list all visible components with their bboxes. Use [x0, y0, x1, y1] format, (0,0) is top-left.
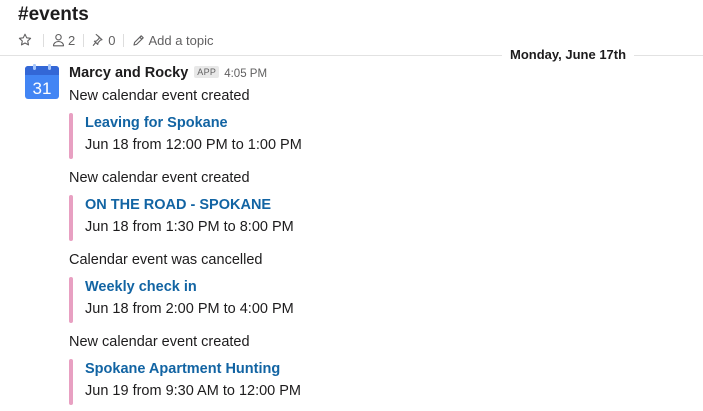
attachment-bar: [69, 195, 73, 241]
message-text: New calendar event created: [69, 170, 250, 186]
app-badge: APP: [194, 66, 220, 78]
pin-icon[interactable]: [92, 33, 105, 47]
pin-count[interactable]: 0: [108, 33, 115, 48]
meta-divider: [123, 33, 125, 47]
meta-divider: [43, 33, 44, 47]
pencil-icon[interactable]: [132, 34, 145, 47]
meta-divider: [83, 33, 85, 47]
attachment-bar: [69, 277, 73, 323]
avatar-day: 31: [33, 79, 52, 98]
member-count[interactable]: 2: [68, 33, 75, 48]
add-topic-link[interactable]: Add a topic: [148, 33, 213, 48]
avatar[interactable]: 31: [24, 64, 60, 100]
event-title-link[interactable]: Spokane Apartment Hunting: [85, 361, 280, 377]
channel-meta: 2 0 Add a topic: [18, 32, 214, 48]
date-divider-label[interactable]: Monday, June 17th: [502, 45, 635, 65]
event-time: Jun 18 from 12:00 PM to 1:00 PM: [85, 137, 302, 153]
message-text: New calendar event created: [69, 88, 250, 104]
channel-name[interactable]: #events: [18, 4, 89, 26]
sender-name[interactable]: Marcy and Rocky: [69, 65, 188, 81]
event-time: Jun 18 from 1:30 PM to 8:00 PM: [85, 219, 294, 235]
star-icon[interactable]: [18, 33, 32, 47]
timestamp[interactable]: 4:05 PM: [224, 68, 267, 80]
event-title-link[interactable]: ON THE ROAD - SPOKANE: [85, 197, 271, 213]
event-title-link[interactable]: Leaving for Spokane: [85, 115, 228, 131]
google-calendar-icon: 31: [25, 64, 59, 99]
attachment-bar: [69, 113, 73, 159]
message-text: Calendar event was cancelled: [69, 252, 263, 268]
message-text: New calendar event created: [69, 334, 250, 350]
attachment-bar: [69, 359, 73, 405]
event-time: Jun 18 from 2:00 PM to 4:00 PM: [85, 301, 294, 317]
member-icon[interactable]: [52, 33, 65, 47]
event-title-link[interactable]: Weekly check in: [85, 279, 197, 295]
message-header: Marcy and Rocky APP 4:05 PM: [69, 65, 267, 81]
event-time: Jun 19 from 9:30 AM to 12:00 PM: [85, 383, 302, 399]
